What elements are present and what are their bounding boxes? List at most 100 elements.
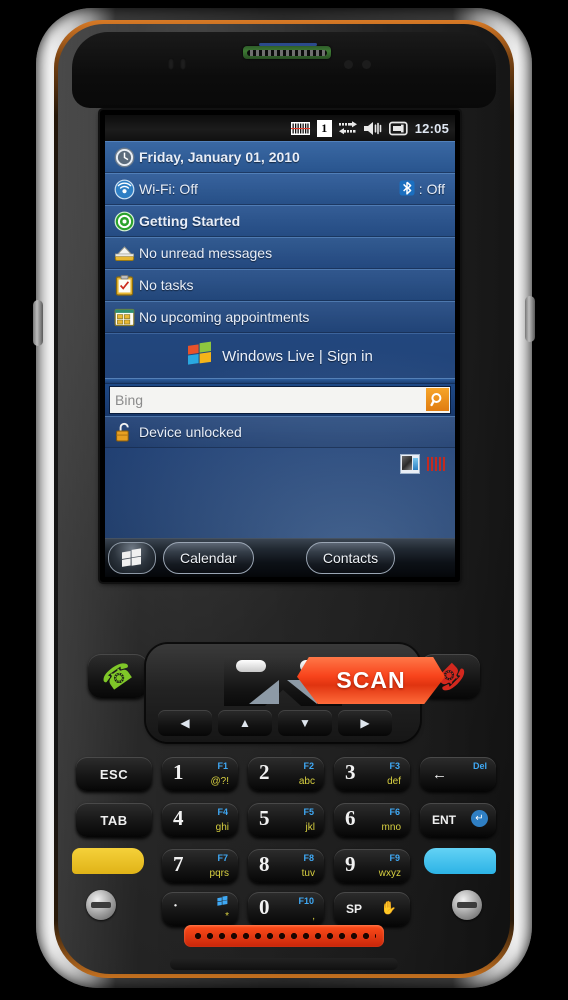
key-2[interactable]: 2 F2 abc [248, 757, 324, 791]
today-row-messages[interactable]: No unread messages [105, 237, 455, 269]
key-9[interactable]: 9 F9 wxyz [334, 849, 410, 883]
scan-button[interactable]: SCAN [297, 657, 445, 704]
backspace-key[interactable]: ← Del [420, 757, 496, 791]
esc-key-label: ESC [99, 766, 129, 782]
taskbar-contacts-button[interactable]: Contacts [305, 542, 396, 574]
bluetooth-status-label: : Off [418, 181, 445, 197]
getting-started-icon [109, 210, 139, 232]
dpad-right-key[interactable]: ▶ [338, 710, 392, 736]
key-9-function: F9 [389, 853, 400, 863]
blue-soft-key[interactable] [424, 848, 496, 874]
tab-key-label: TAB [100, 812, 128, 828]
key-1-letters: @?! [210, 776, 230, 787]
tray-app-icon[interactable] [400, 454, 420, 474]
windows-live-label: Windows Live | Sign in [222, 347, 373, 365]
tab-key[interactable]: TAB [76, 803, 152, 837]
key-1-function: F1 [217, 761, 228, 771]
keypad: ☎ ☎ SCAN ◀ ▲ ▼ ▶ ESC 1 F1 @?! 2 F2 abc 3… [58, 600, 510, 974]
key-6-function: F6 [389, 807, 400, 817]
key-2-letters: abc [298, 776, 315, 787]
key-0-function: F10 [298, 896, 314, 906]
search-icon[interactable] [426, 388, 449, 411]
navigation-pod: SCAN ◀ ▲ ▼ ▶ [146, 644, 445, 742]
key-star[interactable]: · * [162, 892, 238, 926]
call-send-key[interactable]: ☎ [88, 654, 148, 698]
today-row-wireless[interactable]: Wi-Fi: Off : Off [105, 173, 455, 205]
chevron-right-icon: ▶ [360, 716, 370, 730]
delete-key-label: Del [472, 761, 487, 771]
key-0-number: 0 [259, 895, 270, 919]
calendar-icon [109, 306, 139, 328]
key-8[interactable]: 8 F8 tuv [248, 849, 324, 883]
taskbar-calendar-button[interactable]: Calendar [163, 542, 254, 574]
today-row-tasks[interactable]: No tasks [105, 269, 455, 301]
space-key[interactable]: SP ✋ [334, 892, 410, 926]
key-2-number: 2 [259, 760, 270, 784]
dpad-down-key[interactable]: ▼ [278, 710, 332, 736]
key-3-function: F3 [389, 761, 400, 771]
status-bar: 1 12:05 [105, 115, 455, 141]
loudspeaker-grille [184, 925, 384, 947]
side-button-left[interactable] [33, 300, 43, 346]
battery-power-icon[interactable] [388, 121, 408, 136]
tray-barcode-icon[interactable] [427, 457, 447, 471]
dpad-left-key[interactable]: ◀ [158, 710, 212, 736]
start-button[interactable] [108, 542, 156, 574]
search-placeholder: Bing [115, 392, 144, 408]
volume-mute-icon[interactable] [363, 121, 382, 136]
sim-indicator-icon[interactable]: 1 [316, 119, 332, 137]
chevron-left-icon: ◀ [180, 716, 190, 730]
enter-key[interactable]: ENT ↵ [420, 803, 496, 837]
key-1-number: 1 [173, 760, 184, 784]
connectivity-icon[interactable] [338, 120, 357, 136]
today-row-lock[interactable]: Device unlocked [105, 416, 455, 448]
today-row-getting-started[interactable]: Getting Started [105, 205, 455, 237]
key-4[interactable]: 4 F4 ghi [162, 803, 238, 837]
notification-tray [105, 448, 455, 480]
key-7-letters: pqrs [209, 868, 229, 879]
windows-live-row[interactable]: Windows Live | Sign in [105, 333, 455, 378]
key-4-letters: ghi [215, 822, 229, 833]
side-button-right[interactable] [525, 296, 535, 342]
today-row-date[interactable]: Friday, January 01, 2010 [105, 141, 455, 173]
key-2-function: F2 [303, 761, 314, 771]
clock-icon [109, 146, 139, 168]
light-sensor [344, 60, 353, 69]
search-input[interactable]: Bing [109, 386, 451, 414]
key-6[interactable]: 6 F6 mno [334, 803, 410, 837]
esc-key[interactable]: ESC [76, 757, 152, 791]
proximity-sensor [362, 60, 371, 69]
today-row-appointments[interactable]: No upcoming appointments [105, 301, 455, 333]
key-5-number: 5 [259, 806, 270, 830]
key-0-comma: , [312, 911, 315, 922]
appointments-label: No upcoming appointments [139, 309, 310, 325]
left-triangle-marker [249, 680, 279, 704]
yellow-soft-key[interactable] [72, 848, 144, 874]
key-3[interactable]: 3 F3 def [334, 757, 410, 791]
key-7[interactable]: 7 F7 pqrs [162, 849, 238, 883]
taskbar: Calendar Contacts [105, 538, 455, 577]
barcode-scanner-icon[interactable] [290, 121, 310, 136]
dpad-up-key[interactable]: ▲ [218, 710, 272, 736]
chassis-screw-right [452, 890, 482, 920]
device-screen: 1 12:05 Friday, January 01, 2010 Wi-Fi: … [105, 115, 455, 577]
key-5[interactable]: 5 F5 jkl [248, 803, 324, 837]
key-star-windows-icon [217, 895, 228, 908]
space-key-label: SP [346, 902, 363, 916]
messages-label: No unread messages [139, 245, 273, 261]
key-1[interactable]: 1 F1 @?! [162, 757, 238, 791]
chevron-up-icon: ▲ [239, 716, 251, 730]
chevron-down-icon: ▼ [299, 716, 311, 730]
key-0[interactable]: 0 F10 , [248, 892, 324, 926]
key-6-number: 6 [345, 806, 356, 830]
key-4-function: F4 [217, 807, 228, 817]
key-4-number: 4 [173, 806, 184, 830]
search-bar: Bing [105, 384, 455, 416]
wifi-icon [109, 178, 139, 200]
getting-started-label: Getting Started [139, 213, 241, 229]
key-8-function: F8 [303, 853, 314, 863]
device-bottom-chin [170, 958, 398, 970]
handset-green-icon: ☎ [95, 654, 140, 698]
microphone-icon: ✋ [380, 900, 397, 915]
key-star-symbol: * [225, 911, 229, 922]
